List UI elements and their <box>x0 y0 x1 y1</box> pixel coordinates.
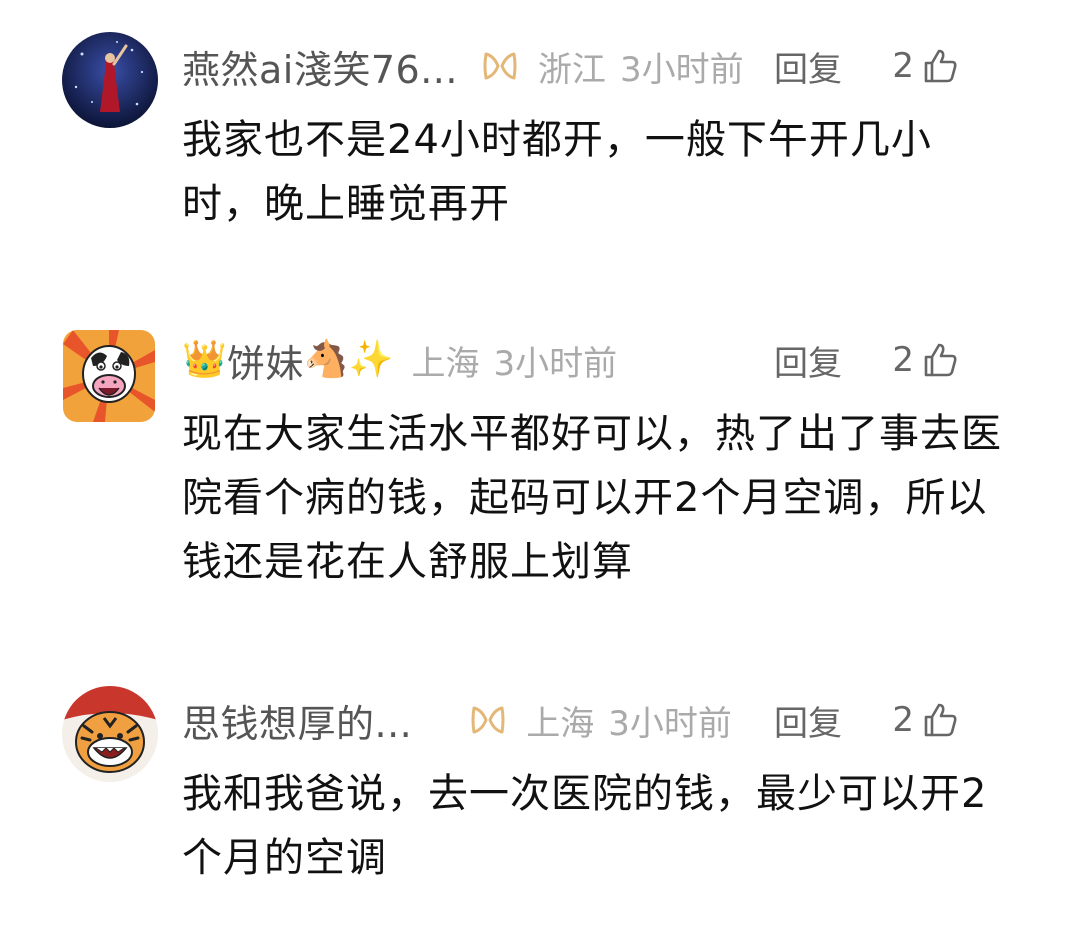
reply-button[interactable]: 回复 <box>774 336 842 385</box>
timestamp: 3小时前 <box>493 343 618 384</box>
username[interactable]: 饼妹 <box>227 333 304 388</box>
username[interactable]: 思钱想厚的... <box>182 693 412 748</box>
user-avatar[interactable] <box>62 32 158 128</box>
username[interactable]: 燕然ai淺笑76... <box>182 39 458 94</box>
reply-button[interactable]: 回复 <box>774 42 842 91</box>
horse-sparkle-emoji: 🐴✨ <box>303 339 394 380</box>
member-badge-icon <box>468 700 508 740</box>
comment-item: 👑 饼妹 🐴✨ 上海 3小时前 回复 2 现在大家生活水平都好可以，热了出了事去… <box>0 300 1080 600</box>
comment-item: 思钱想厚的... 上海 3小时前 回复 2 我和我爸说，去一次医院的钱，最少可以… <box>0 660 1080 900</box>
comment-meta: 燕然ai淺笑76... 浙江 3小时前 回复 2 <box>182 36 1020 96</box>
cow-cartoon-avatar-icon <box>63 330 155 422</box>
timestamp: 3小时前 <box>608 703 732 744</box>
user-avatar[interactable] <box>63 330 155 422</box>
timestamp: 3小时前 <box>619 49 744 90</box>
location-label: 上海 <box>526 703 595 744</box>
like-count: 2 <box>892 340 914 380</box>
comment-text: 我和我爸说，去一次医院的钱，最少可以开2个月的空调 <box>182 771 988 881</box>
user-avatar-stage-icon <box>62 32 158 128</box>
like-button[interactable]: 2 <box>892 700 960 740</box>
comment-item: 燕然ai淺笑76... 浙江 3小时前 回复 2 我家也不是24小时都开，一般下… <box>0 0 1080 260</box>
comment-text: 现在大家生活水平都好可以，热了出了事去医院看个病的钱，起码可以开2个月空调，所以… <box>182 411 1002 585</box>
thumbs-up-icon <box>924 49 957 83</box>
crown-emoji: 👑 <box>182 339 227 380</box>
comment-text: 我家也不是24小时都开，一般下午开几小时，晚上睡觉再开 <box>182 117 932 227</box>
like-button[interactable]: 2 <box>892 46 960 86</box>
tiger-cartoon-avatar-icon <box>62 686 158 782</box>
comment-meta: 思钱想厚的... 上海 3小时前 回复 2 <box>182 690 1020 750</box>
comment-meta: 👑 饼妹 🐴✨ 上海 3小时前 回复 2 <box>182 330 1020 390</box>
thumbs-up-icon <box>924 703 957 737</box>
like-count: 2 <box>892 46 914 86</box>
location-label: 上海 <box>411 343 480 384</box>
reply-button[interactable]: 回复 <box>774 696 842 745</box>
user-avatar[interactable] <box>62 686 158 782</box>
location-label: 浙江 <box>537 49 606 90</box>
like-count: 2 <box>892 700 914 740</box>
like-button[interactable]: 2 <box>892 340 960 380</box>
thumbs-up-icon <box>924 343 957 377</box>
member-badge-icon <box>480 46 520 86</box>
